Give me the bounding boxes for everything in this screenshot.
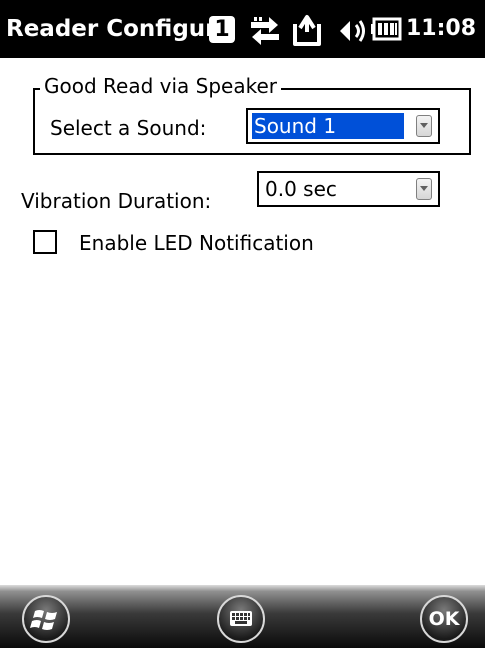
sound-dropdown[interactable]: Sound 1 [246, 108, 440, 144]
sound-dropdown-value: Sound 1 [252, 113, 404, 139]
sound-dropdown-button[interactable] [416, 115, 432, 137]
vibration-dropdown-button[interactable] [416, 178, 432, 200]
windows-start-icon [30, 610, 57, 630]
ok-button-label: OK [428, 608, 460, 630]
soft-key-bar: OK [0, 585, 485, 648]
vibration-dropdown-value: 0.0 sec [265, 177, 337, 201]
sound-label: Select a Sound: [50, 116, 207, 140]
connectivity-icon[interactable] [247, 0, 283, 58]
battery-icon[interactable] [370, 0, 404, 58]
ok-button[interactable]: OK [420, 595, 468, 643]
start-button[interactable] [22, 595, 70, 643]
keyboard-button[interactable] [217, 595, 265, 643]
settings-panel: Good Read via Speaker Select a Sound: So… [0, 58, 485, 585]
chevron-down-icon [420, 186, 428, 191]
keyboard-icon [230, 611, 252, 626]
good-read-group-label: Good Read via Speaker [40, 73, 281, 99]
chevron-down-icon [420, 123, 428, 128]
vibration-label: Vibration Duration: [21, 189, 212, 213]
message-icon[interactable] [289, 0, 325, 58]
vibration-dropdown[interactable]: 0.0 sec [257, 171, 440, 207]
volume-icon[interactable] [336, 0, 366, 58]
led-notification-checkbox[interactable] [33, 230, 57, 254]
app-title[interactable]: Reader Configur [6, 14, 217, 44]
notification-badge[interactable]: 1 [209, 16, 235, 43]
title-bar: Reader Configur 1 11:08 [0, 0, 485, 58]
led-notification-label[interactable]: Enable LED Notification [79, 230, 314, 256]
clock[interactable]: 11:08 [406, 14, 476, 44]
